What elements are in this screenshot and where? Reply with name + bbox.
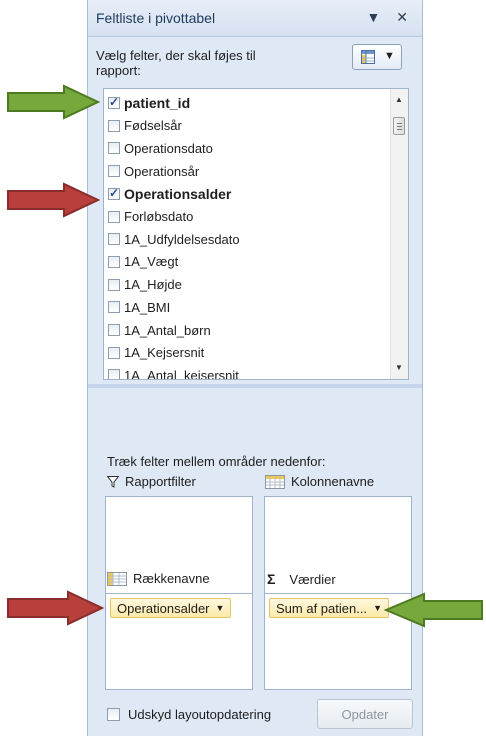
green-arrow-right: [383, 592, 483, 628]
chevron-down-icon: ▼: [384, 50, 395, 62]
row-grid-icon: [107, 571, 127, 586]
field-list-item[interactable]: 1A_Udfyldelsesdato: [108, 228, 240, 250]
pane-splitter[interactable]: [88, 384, 422, 388]
field-label: 1A_Antal_børn: [124, 322, 211, 338]
field-list-item[interactable]: Operationsalder: [108, 183, 231, 205]
field-label: Operationsalder: [124, 185, 232, 202]
row-labels-label: Rækkenavne: [107, 571, 210, 586]
field-list-item[interactable]: patient_id: [108, 92, 190, 114]
field-checkbox[interactable]: [108, 301, 120, 314]
update-button[interactable]: Opdater: [317, 699, 413, 729]
field-list: patient_id Fødselsår Operationsdato Operati…: [103, 88, 409, 380]
field-label: 1A_Kejsersnit: [124, 345, 205, 361]
scroll-thumb[interactable]: [393, 117, 405, 135]
field-list-item[interactable]: 1A_Antal_kejsersnit: [108, 364, 239, 380]
values-field-pill[interactable]: Sum af patien... ▼: [269, 598, 389, 618]
field-checkbox[interactable]: [108, 278, 120, 291]
field-label: Operationsår: [124, 163, 200, 179]
green-arrow-left: [7, 84, 101, 120]
field-list-item[interactable]: 1A_Kejsersnit: [108, 342, 204, 364]
field-label: Forløbsdato: [124, 209, 194, 224]
field-label: patient_id: [124, 95, 191, 111]
field-label: 1A_Udfyldelsesdato: [124, 231, 240, 247]
row-field-pill[interactable]: Operationsalder ▼: [110, 598, 232, 618]
field-checkbox[interactable]: [108, 255, 120, 268]
field-list-scrollbar[interactable]: ▲ ▼: [390, 89, 408, 379]
row-labels-drop-area[interactable]: Operationsalder ▼: [105, 593, 253, 690]
field-label: 1A_Højde: [124, 277, 182, 293]
field-checkbox[interactable]: [108, 142, 120, 155]
defer-layout-update[interactable]: Udskyd layoutopdatering: [107, 707, 271, 722]
field-checkbox[interactable]: [108, 95, 120, 109]
defer-layout-checkbox[interactable]: [107, 708, 120, 721]
field-checkbox[interactable]: [108, 324, 120, 336]
field-label: Operationsdato: [124, 140, 213, 156]
sigma-icon: Σ: [267, 571, 276, 587]
field-list-item[interactable]: 1A_Højde: [108, 274, 182, 296]
scroll-up-icon[interactable]: ▲: [395, 95, 403, 104]
field-checkbox[interactable]: [108, 210, 120, 223]
pane-title: Feltliste i pivottabel: [96, 10, 216, 26]
field-label: 1A_BMI: [124, 299, 171, 315]
column-labels-label: Kolonnenavne: [265, 474, 374, 489]
field-checkbox[interactable]: [108, 346, 120, 359]
layout-options-button[interactable]: ▼: [352, 44, 402, 70]
field-label: Fødselsår: [124, 118, 182, 134]
report-filter-label: Rapportfilter: [107, 474, 196, 489]
drag-fields-prompt: Træk felter mellem områder nedenfor:: [107, 454, 326, 469]
field-checkbox[interactable]: [108, 369, 120, 379]
field-label: 1A_Antal_kejsersnit: [124, 367, 239, 380]
values-label: Σ Værdier: [267, 571, 336, 587]
layout-grid-icon: [361, 50, 375, 64]
field-label: 1A_Vægt: [124, 254, 179, 270]
chevron-down-icon[interactable]: ▼: [216, 603, 225, 613]
field-list-item[interactable]: Operationsår: [108, 160, 199, 182]
choose-fields-prompt: Vælg felter, der skal føjes til rapport:: [96, 48, 256, 78]
red-arrow-left: [7, 182, 101, 218]
pivot-field-list-pane: Feltliste i pivottabel ▼ ✕ Vælg felter, …: [87, 0, 423, 736]
defer-layout-label: Udskyd layoutopdatering: [128, 707, 272, 722]
field-list-item[interactable]: 1A_BMI: [108, 296, 170, 318]
table-grid-icon: [265, 474, 285, 489]
pane-menu-close-controls[interactable]: ▼ ✕: [367, 9, 414, 26]
field-list-item[interactable]: Fødselsår: [108, 115, 182, 137]
red-arrow-bottom: [7, 590, 105, 626]
pane-titlebar: Feltliste i pivottabel ▼ ✕: [88, 0, 422, 37]
field-checkbox[interactable]: [108, 119, 120, 132]
field-list-item[interactable]: Forløbsdato: [108, 206, 193, 228]
scroll-down-icon[interactable]: ▼: [395, 363, 403, 372]
field-checkbox[interactable]: [108, 165, 120, 178]
field-checkbox[interactable]: [108, 186, 120, 200]
field-list-item[interactable]: 1A_Vægt: [108, 251, 178, 273]
field-checkbox[interactable]: [108, 233, 120, 246]
filter-icon: [107, 475, 119, 488]
field-list-item[interactable]: Operationsdato: [108, 137, 213, 159]
field-list-item[interactable]: 1A_Antal_børn: [108, 319, 211, 341]
